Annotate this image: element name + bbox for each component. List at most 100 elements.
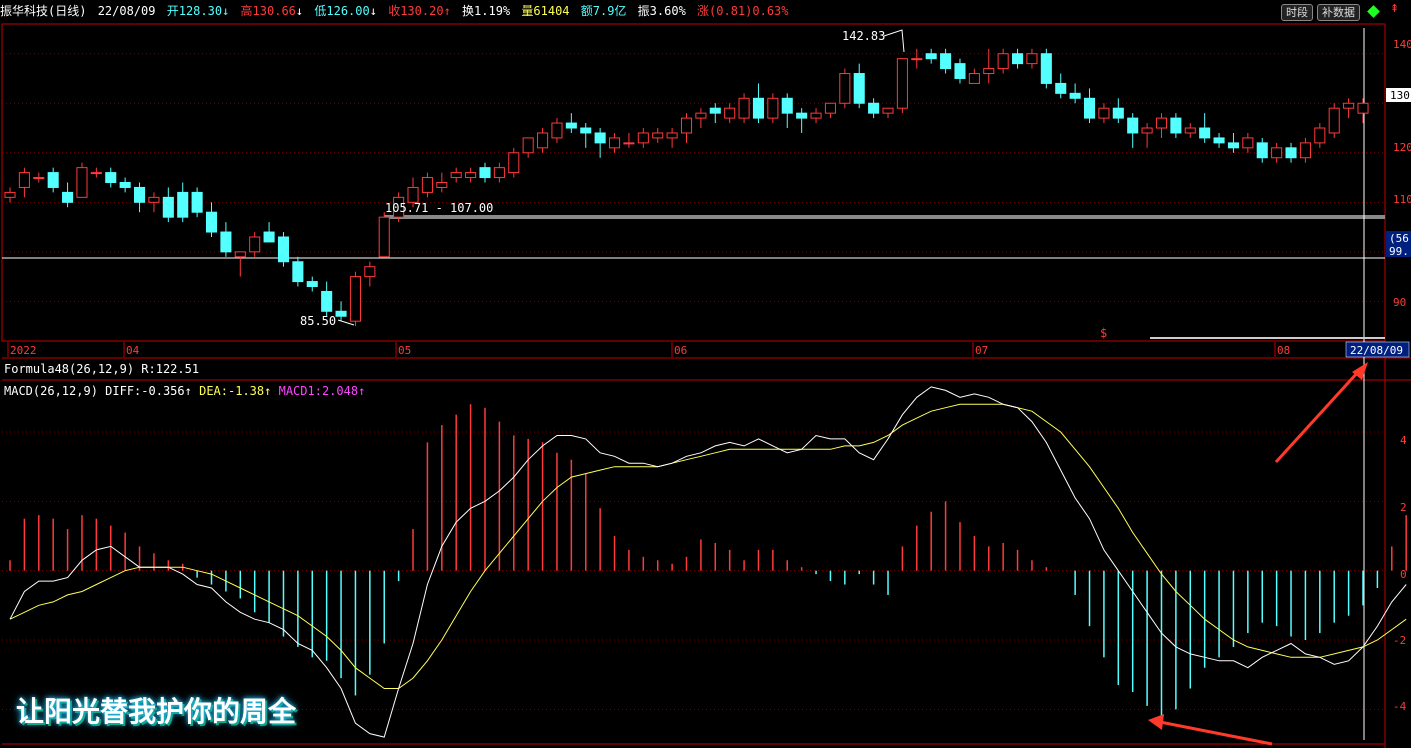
- candle-body: [321, 290, 333, 312]
- candle-body: [608, 137, 621, 149]
- candle-body: [839, 73, 851, 104]
- candle-body: [1271, 147, 1283, 159]
- macd-legend: MACD(26,12,9) DIFF:-0.356↑ DEA:-1.38↑ MA…: [4, 384, 365, 398]
- macd-name: MACD(26,12,9): [4, 384, 98, 398]
- candle-body: [781, 97, 793, 114]
- macd-tick: -4: [1393, 700, 1407, 713]
- candle-body: [565, 122, 577, 129]
- macd-value: MACD1:2.048: [278, 384, 359, 398]
- candle-body: [191, 191, 203, 213]
- video-caption: 让阳光替我护你的周全: [16, 695, 297, 728]
- price-tick: 110: [1393, 193, 1411, 206]
- candle-body: [868, 102, 880, 114]
- macd-grid: [2, 431, 1385, 710]
- time-label: 04: [126, 344, 140, 357]
- macd-dea: DEA:-1.38: [199, 384, 265, 398]
- candle-body: [292, 261, 304, 283]
- candle-body: [997, 53, 1009, 70]
- candle-body: [925, 53, 937, 60]
- candle-body: [1314, 127, 1326, 144]
- candle-body: [90, 172, 102, 175]
- candle-body: [378, 216, 390, 258]
- candle-body: [1112, 107, 1124, 119]
- candle-body: [709, 107, 721, 114]
- price-tick: 90: [1393, 296, 1406, 309]
- candle-body: [738, 97, 750, 119]
- cursor-tag-top: (56: [1389, 232, 1409, 245]
- candle-body: [767, 97, 779, 119]
- candle-body: [493, 167, 505, 179]
- signal-marker: $: [1100, 326, 1107, 340]
- macd-tick: -2: [1393, 634, 1406, 647]
- high-price-label: 142.83: [842, 29, 885, 43]
- candle-body: [580, 127, 592, 134]
- macd-axis: 4 2 0 -2 -4: [1393, 434, 1407, 713]
- candle-body: [896, 58, 908, 109]
- candle-body: [450, 172, 462, 179]
- time-label: 2022: [10, 344, 37, 357]
- candle-body: [652, 132, 664, 139]
- arrow-head-bottom: [1148, 714, 1164, 730]
- candle-body: [76, 167, 88, 198]
- candle-body: [796, 112, 808, 119]
- candle-body: [594, 132, 606, 144]
- candle-body: [134, 186, 146, 203]
- price-tick: 120: [1393, 141, 1411, 154]
- cursor-date-tag: 22/08/09: [1350, 344, 1403, 357]
- candle-body: [205, 211, 218, 233]
- candle-body: [119, 182, 131, 188]
- candle-body: [1184, 127, 1196, 134]
- macd-histogram: [9, 404, 1407, 720]
- low-price-label: 85.50: [300, 314, 336, 328]
- candle-body: [1141, 127, 1153, 134]
- chart-canvas[interactable]: 142.83 85.50 105.71 - 107.00 $ 140 120 1…: [0, 0, 1411, 748]
- candle-body: [1069, 92, 1081, 99]
- candle-body: [1098, 107, 1110, 119]
- macd-up-arrow: ↑: [358, 384, 366, 398]
- candle-body: [177, 191, 189, 218]
- diff-line: [9, 386, 1407, 738]
- candle-body: [364, 266, 376, 278]
- time-label: 07: [975, 344, 988, 357]
- candle-body: [234, 251, 246, 258]
- candle-body: [1040, 53, 1052, 84]
- candle-body: [940, 53, 952, 70]
- price-axis: 140 120 110 90 130 (56 99.: [1386, 38, 1411, 309]
- candle-body: [1199, 127, 1211, 139]
- candle-body: [465, 172, 477, 179]
- candle-body: [1227, 142, 1239, 149]
- candle-body: [436, 182, 448, 188]
- candle-body: [62, 191, 74, 203]
- candle-body: [1328, 107, 1340, 134]
- candle-body: [1299, 142, 1311, 159]
- candle-body: [306, 281, 318, 288]
- candle-body: [335, 310, 347, 317]
- time-label: 06: [674, 344, 687, 357]
- candle-body: [1127, 117, 1139, 134]
- candle-body: [824, 102, 836, 114]
- candle-body: [968, 73, 980, 84]
- price-grid: [2, 53, 1385, 302]
- candle-body: [1155, 117, 1168, 129]
- stock-chart-window[interactable]: 振华科技(日线) 22/08/09 开128.30↓ 高130.66↓ 低126…: [0, 0, 1411, 748]
- candle-body: [479, 167, 491, 179]
- candle-body: [277, 236, 290, 263]
- candle-body: [724, 107, 736, 119]
- candle-body: [263, 231, 275, 243]
- candle-body: [522, 137, 534, 154]
- candle-body: [249, 236, 261, 253]
- candle-body: [421, 177, 433, 193]
- dea-line: [9, 403, 1407, 689]
- candle-body: [4, 191, 16, 198]
- candle-body: [983, 68, 995, 75]
- candle-body: [1026, 53, 1038, 65]
- candle-body: [911, 58, 923, 61]
- candle-body: [1285, 147, 1297, 159]
- high-label-leader: [883, 29, 905, 53]
- candle-body: [954, 63, 966, 79]
- candle-body: [1256, 142, 1268, 159]
- candle-body: [1083, 97, 1096, 119]
- dea-up-arrow: ↑: [264, 384, 272, 398]
- candle-body: [18, 172, 30, 188]
- macd-tick: 2: [1400, 501, 1407, 514]
